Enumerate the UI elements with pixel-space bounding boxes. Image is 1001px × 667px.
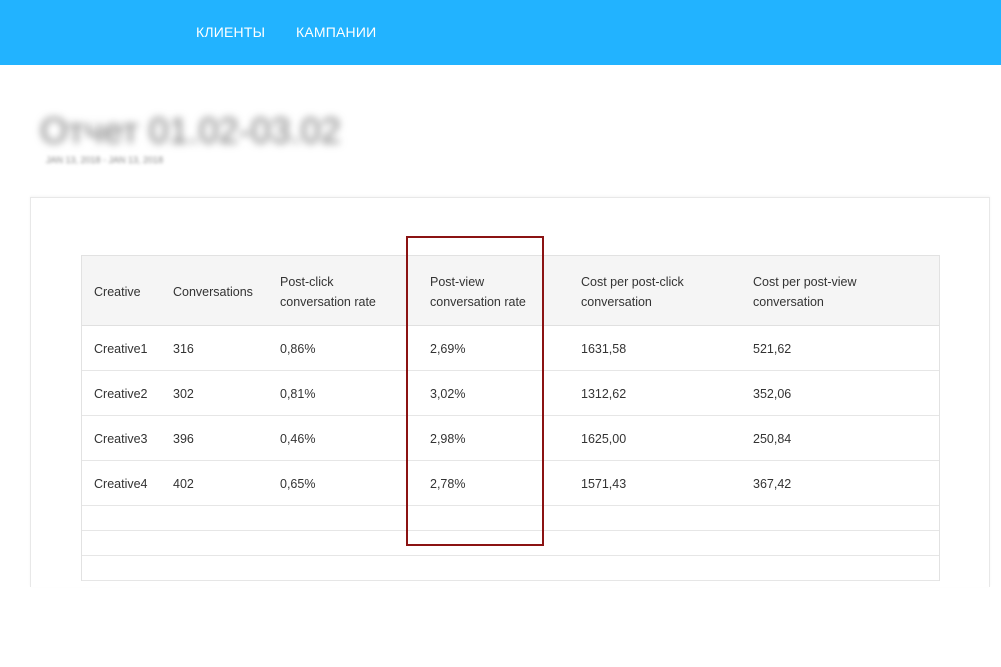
cell-cost-post-click: 1571,43 — [581, 476, 627, 491]
cell-conversations: 302 — [173, 386, 194, 401]
table-row[interactable]: Creative2 302 0,81% 3,02% 1312,62 352,06 — [82, 371, 939, 416]
column-header-cost-post-click[interactable]: Cost per post-click conversation — [581, 256, 684, 327]
cell-cost-post-view: 352,06 — [753, 386, 792, 401]
table-row[interactable]: Creative4 402 0,65% 2,78% 1571,43 367,42 — [82, 461, 939, 506]
cell-conversations: 316 — [173, 341, 194, 356]
cell-post-view-rate: 3,02% — [430, 386, 466, 401]
cell-creative: Creative3 — [94, 431, 148, 446]
cell-post-click-rate: 0,81% — [280, 386, 316, 401]
cell-post-view-rate: 2,98% — [430, 431, 466, 446]
top-navigation-bar: КЛИЕНТЫ КАМПАНИИ — [0, 0, 1001, 65]
cell-post-view-rate: 2,69% — [430, 341, 466, 356]
column-header-conversations[interactable]: Conversations — [173, 256, 253, 327]
table-row[interactable]: Creative1 316 0,86% 2,69% 1631,58 521,62 — [82, 326, 939, 371]
column-header-cost-post-view[interactable]: Cost per post-view conversation — [753, 256, 857, 327]
empty-table-row — [82, 531, 939, 556]
cell-cost-post-click: 1312,62 — [581, 386, 627, 401]
column-header-post-click-rate[interactable]: Post-click conversation rate — [280, 256, 376, 327]
cell-post-view-rate: 2,78% — [430, 476, 466, 491]
page-title: Отчет 01.02-03.02 — [40, 110, 341, 151]
empty-table-row — [82, 556, 939, 581]
empty-table-row — [82, 506, 939, 531]
conversion-table: Creative Conversations Post-click conver… — [81, 255, 940, 581]
table-row[interactable]: Creative3 396 0,46% 2,98% 1625,00 250,84 — [82, 416, 939, 461]
cell-post-click-rate: 0,86% — [280, 341, 316, 356]
cell-conversations: 402 — [173, 476, 194, 491]
cell-cost-post-view: 250,84 — [753, 431, 792, 446]
cell-conversations: 396 — [173, 431, 194, 446]
nav-campaigns-link[interactable]: КАМПАНИИ — [296, 24, 376, 40]
cell-cost-post-view: 521,62 — [753, 341, 792, 356]
cell-cost-post-click: 1625,00 — [581, 431, 627, 446]
report-date-range: JAN 13, 2018 - JAN 13, 2018 — [46, 155, 164, 165]
cell-post-click-rate: 0,46% — [280, 431, 316, 446]
cell-creative: Creative2 — [94, 386, 148, 401]
column-header-post-view-rate[interactable]: Post-view conversation rate — [430, 256, 526, 327]
nav-clients-link[interactable]: КЛИЕНТЫ — [196, 24, 265, 40]
cell-post-click-rate: 0,65% — [280, 476, 316, 491]
cell-cost-post-view: 367,42 — [753, 476, 792, 491]
cell-cost-post-click: 1631,58 — [581, 341, 627, 356]
table-header-row: Creative Conversations Post-click conver… — [82, 255, 939, 326]
cell-creative: Creative4 — [94, 476, 148, 491]
cell-creative: Creative1 — [94, 341, 148, 356]
column-header-creative[interactable]: Creative — [94, 256, 141, 327]
